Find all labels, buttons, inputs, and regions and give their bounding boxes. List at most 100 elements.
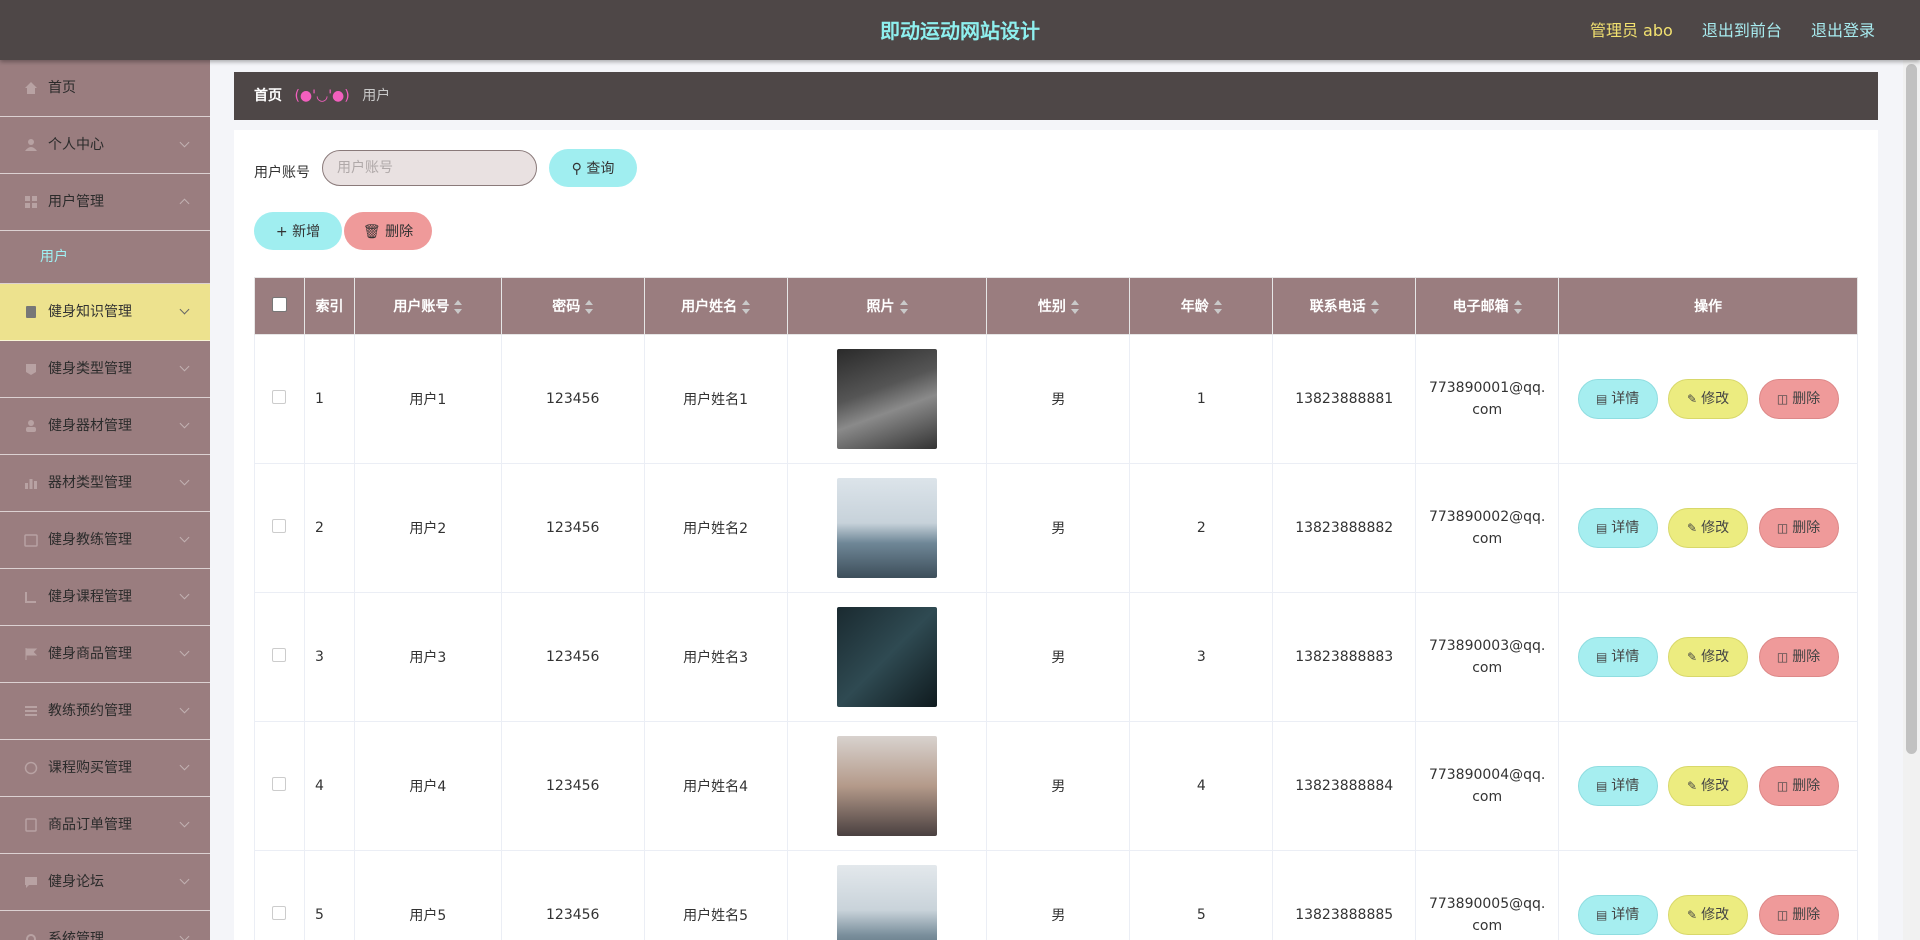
edit-button[interactable]: ✎ 修改	[1668, 895, 1749, 935]
detail-button[interactable]: ▤ 详情	[1577, 379, 1658, 419]
table-header-row: 索引 用户账号 密码 用户姓名 照片 性别 年龄 联系电话 电子邮箱 操作	[254, 277, 1858, 335]
page-scrollbar[interactable]	[1903, 60, 1920, 940]
delete-button[interactable]: ◫ 删除	[1758, 379, 1839, 419]
sort-icon[interactable]	[1513, 300, 1522, 314]
column-header[interactable]: 电子邮箱	[1415, 277, 1560, 335]
to-front-link[interactable]: 退出到前台	[1702, 21, 1782, 40]
sort-icon[interactable]	[454, 300, 463, 314]
query-button[interactable]: ⚲ 查询	[549, 149, 637, 187]
sidebar-item-course-purchase[interactable]: 课程购买管理	[0, 740, 210, 797]
sidebar-item-course[interactable]: 健身课程管理	[0, 569, 210, 626]
chevron-down-icon	[179, 703, 190, 714]
user-icon	[25, 139, 37, 151]
add-button[interactable]: + 新增	[254, 212, 342, 250]
sidebar-item-label: 用户管理	[48, 194, 104, 210]
logout-link[interactable]: 退出登录	[1811, 21, 1875, 40]
cell-gender: 男	[986, 463, 1131, 593]
chevron-down-icon	[179, 361, 190, 372]
sidebar-item-personal[interactable]: 个人中心	[0, 117, 210, 174]
sidebar-item-system[interactable]: 系统管理	[0, 911, 210, 940]
column-header[interactable]: 用户账号	[353, 277, 502, 335]
detail-button[interactable]: ▤ 详情	[1577, 895, 1658, 935]
column-header[interactable]: 联系电话	[1272, 277, 1417, 335]
row-checkbox[interactable]	[272, 906, 287, 920]
pencil-icon: ✎	[1687, 521, 1698, 535]
row-checkbox[interactable]	[272, 390, 287, 404]
delete-button[interactable]: ◫ 删除	[1758, 895, 1839, 935]
delete-button[interactable]: ◫ 删除	[1758, 766, 1839, 806]
sidebar-item-equipment-type[interactable]: 器材类型管理	[0, 455, 210, 512]
user-photo[interactable]	[837, 478, 938, 578]
sidebar-item-forum[interactable]: 健身论坛	[0, 854, 210, 911]
delete-button[interactable]: ◫ 删除	[1758, 508, 1839, 548]
cell-index: 3	[303, 592, 355, 722]
query-button-label: 查询	[586, 161, 615, 177]
sidebar-item-goods-order[interactable]: 商品订单管理	[0, 797, 210, 854]
sort-icon[interactable]	[899, 300, 908, 314]
cell-gender: 男	[986, 721, 1131, 851]
sidebar-item-equipment[interactable]: 健身器材管理	[0, 398, 210, 455]
sort-icon[interactable]	[1213, 300, 1222, 314]
user-photo[interactable]	[837, 865, 938, 940]
column-header[interactable]: 性别	[986, 277, 1131, 335]
detail-button[interactable]: ▤ 详情	[1577, 766, 1658, 806]
pencil-icon: ✎	[1687, 908, 1698, 922]
sidebar-item-home[interactable]: 首页	[0, 60, 210, 117]
delete-button[interactable]: ◫ 删除	[1758, 637, 1839, 677]
sidebar-item-label: 健身论坛	[48, 874, 104, 890]
person-icon	[26, 420, 36, 432]
pencil-icon: ✎	[1687, 650, 1698, 664]
scrollbar-thumb[interactable]	[1906, 64, 1917, 754]
document-icon: ▤	[1595, 650, 1608, 664]
sort-icon[interactable]	[1370, 300, 1379, 314]
pencil-icon: ✎	[1687, 779, 1698, 793]
sidebar-item-fitness-type[interactable]: 健身类型管理	[0, 341, 210, 398]
detail-button[interactable]: ▤ 详情	[1577, 508, 1658, 548]
sidebar-item-coach[interactable]: 健身教练管理	[0, 512, 210, 569]
edit-button[interactable]: ✎ 修改	[1668, 508, 1749, 548]
sidebar-item-label: 教练预约管理	[48, 703, 132, 719]
sidebar-item-users[interactable]: 用户管理	[0, 174, 210, 231]
row-checkbox[interactable]	[272, 519, 287, 533]
add-button-label: 新增	[292, 224, 321, 240]
user-photo[interactable]	[837, 736, 938, 836]
column-header[interactable]: 用户姓名	[643, 277, 788, 335]
row-checkbox[interactable]	[272, 777, 287, 791]
column-header[interactable]: 密码	[500, 277, 645, 335]
submenu-item-user[interactable]: 用户	[0, 231, 210, 284]
edit-button[interactable]: ✎ 修改	[1668, 637, 1749, 677]
edit-button[interactable]: ✎ 修改	[1668, 379, 1749, 419]
user-photo[interactable]	[837, 607, 938, 707]
select-all-checkbox[interactable]	[271, 296, 287, 312]
sidebar-item-goods[interactable]: 健身商品管理	[0, 626, 210, 683]
user-photo[interactable]	[837, 349, 938, 449]
sidebar-item-coach-booking[interactable]: 教练预约管理	[0, 683, 210, 740]
sidebar: 首页 个人中心 用户管理 用户 健身知识管理 健身类型管理 健身器材管理 器材类…	[0, 60, 210, 940]
book-icon	[26, 306, 36, 318]
batch-delete-button[interactable]: 🗑 删除	[344, 212, 432, 250]
grid-icon	[25, 196, 37, 208]
cell-index: 5	[303, 850, 355, 940]
sort-icon[interactable]	[585, 300, 594, 314]
table-row: 1 用户1 123456 用户姓名1 男 1 13823888881 77389…	[254, 334, 1858, 464]
detail-button[interactable]: ▤ 详情	[1577, 637, 1658, 677]
sort-icon[interactable]	[1070, 300, 1079, 314]
row-checkbox[interactable]	[272, 648, 287, 662]
search-icon: ⚲	[571, 161, 582, 177]
sort-icon[interactable]	[742, 300, 751, 314]
search-input[interactable]	[322, 150, 537, 186]
chevron-down-icon	[179, 931, 190, 940]
cell-name: 用户姓名2	[643, 463, 788, 593]
breadcrumb-home[interactable]: 首页	[254, 88, 282, 104]
cell-name: 用户姓名5	[643, 850, 788, 940]
column-header[interactable]: 照片	[786, 277, 988, 335]
list-icon	[25, 706, 37, 716]
select-all-cell[interactable]	[254, 277, 305, 335]
trash-icon: ◫	[1776, 779, 1789, 793]
column-header[interactable]: 年龄	[1129, 277, 1274, 335]
pencil-icon: ✎	[1687, 392, 1698, 406]
edit-button[interactable]: ✎ 修改	[1668, 766, 1749, 806]
cell-age: 2	[1129, 463, 1274, 593]
cell-phone: 13823888885	[1272, 850, 1417, 940]
sidebar-item-fitness-knowledge[interactable]: 健身知识管理	[0, 284, 210, 341]
